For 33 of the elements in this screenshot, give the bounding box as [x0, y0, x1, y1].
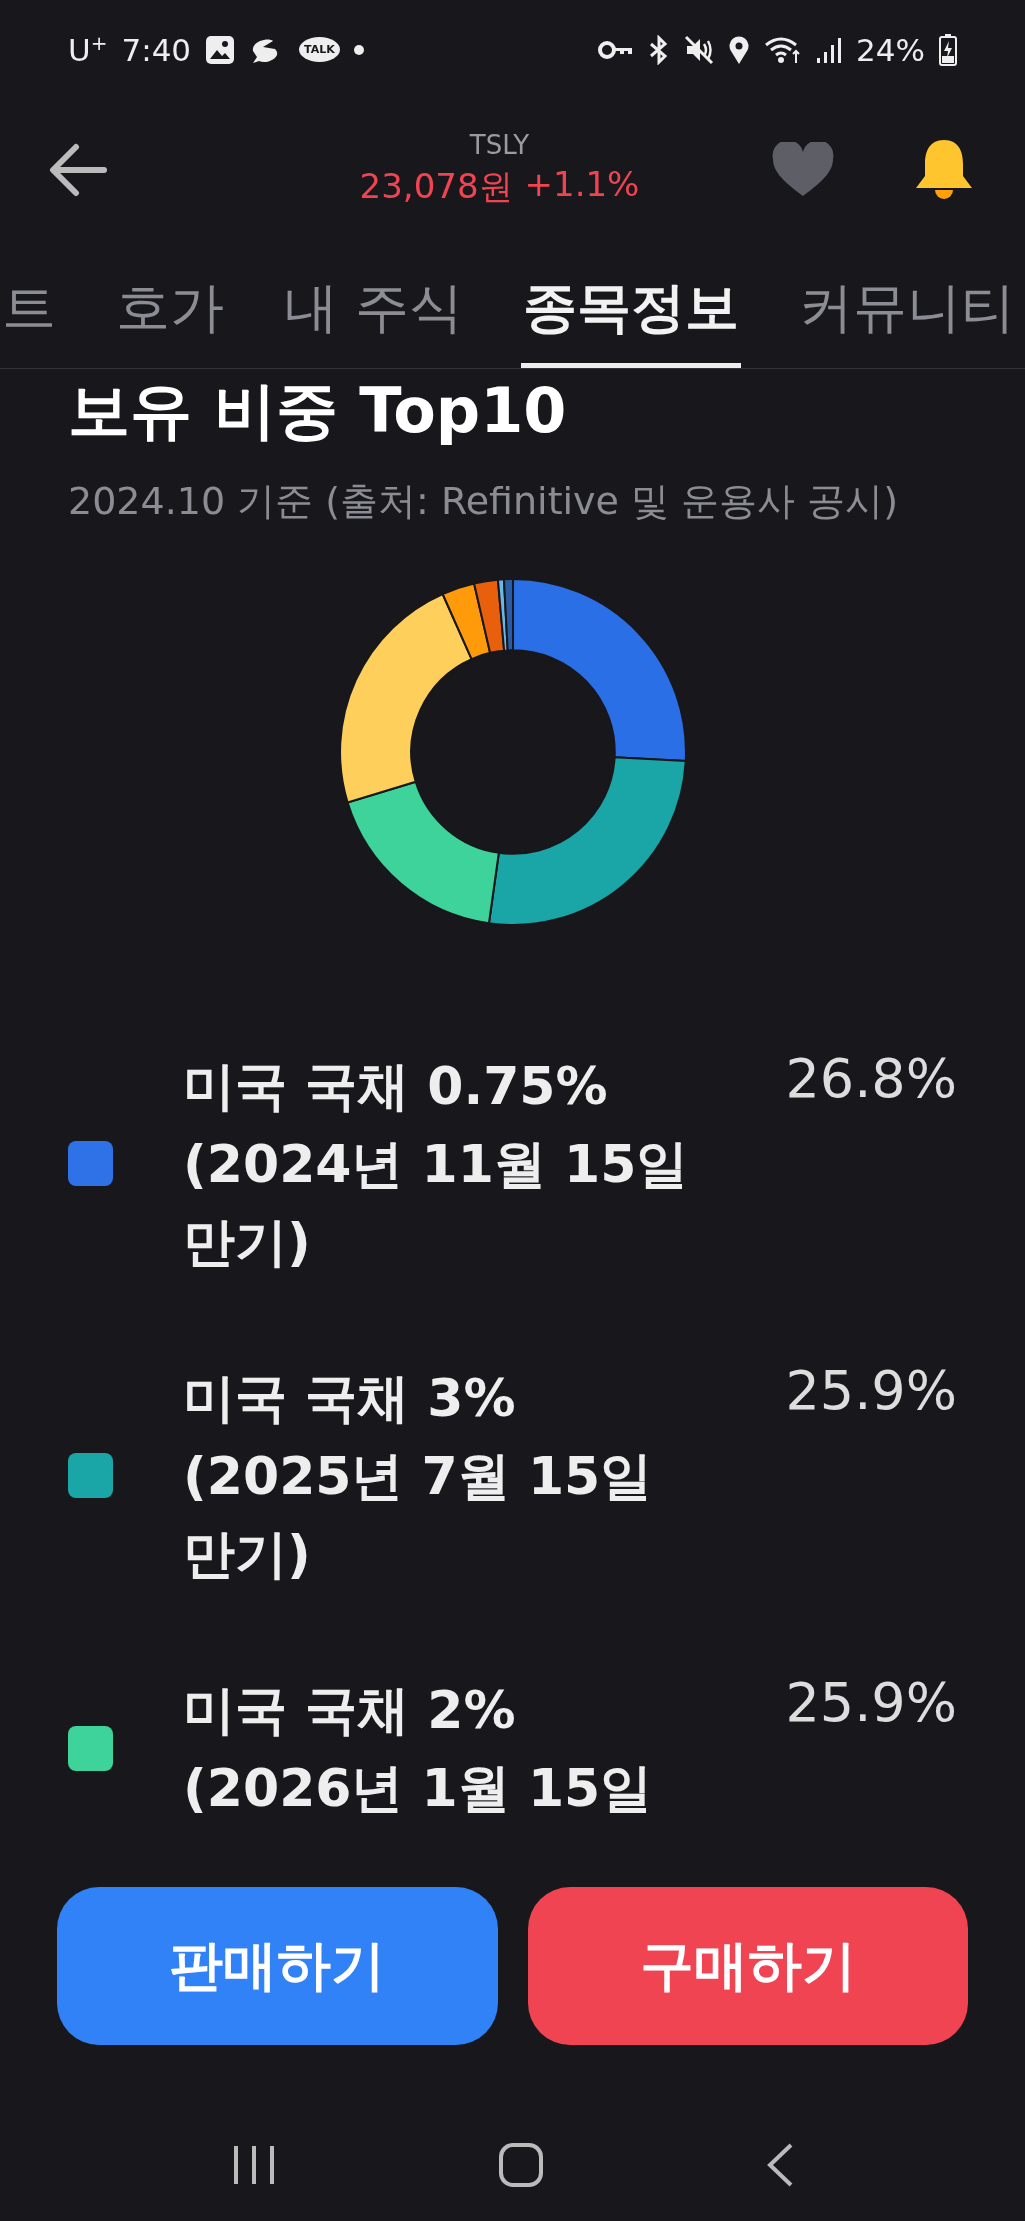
tab[interactable]: 종목정보 [521, 272, 742, 368]
holding-weight: 26.8% [785, 1046, 957, 1110]
sell-button[interactable]: 판매하기 [57, 1887, 498, 2045]
signal-icon [816, 36, 843, 64]
tab[interactable]: 호가 [114, 272, 226, 368]
holding-name: 미국 국채 2% (2026년 1월 15일 [183, 1678, 654, 1820]
back-icon[interactable] [48, 143, 108, 197]
battery-level: 24% [856, 32, 925, 68]
holding-name: 미국 국채 0.75% (2024년 11월 15일 만기) [183, 1054, 690, 1274]
change-label: +1.1% [524, 164, 640, 206]
talk-icon: TALK [299, 37, 340, 63]
key-icon [598, 40, 635, 60]
section-title: 보유 비중 Top10 [68, 373, 568, 449]
holding-name: 미국 국채 3% (2025년 7월 15일 만기) [183, 1366, 654, 1586]
home-icon[interactable] [497, 2142, 544, 2188]
tab[interactable]: 내 주식 [282, 272, 466, 368]
ticker-label: TSLY [469, 130, 530, 160]
tab[interactable]: 커뮤니티 [797, 272, 1018, 368]
heart-icon[interactable] [771, 142, 835, 198]
buy-button[interactable]: 구매하기 [527, 1887, 968, 2045]
bell-icon[interactable] [913, 138, 975, 202]
location-icon [728, 35, 751, 65]
holding-weight: 25.9% [785, 1670, 957, 1734]
dot-icon [353, 45, 364, 55]
holding-weight: 25.9% [785, 1358, 957, 1422]
mute-icon [684, 35, 715, 65]
clock: 7:40 [121, 32, 192, 68]
price-label: 23,078원 [359, 165, 513, 208]
tab[interactable]: 트 [0, 272, 58, 368]
battery-icon [939, 34, 957, 66]
carrier-label: U$^{+}$ [68, 31, 108, 69]
source-note: 2024.10 기준 (출처: Refinitive 및 운용사 공시) [68, 477, 900, 525]
image-icon [205, 35, 236, 65]
